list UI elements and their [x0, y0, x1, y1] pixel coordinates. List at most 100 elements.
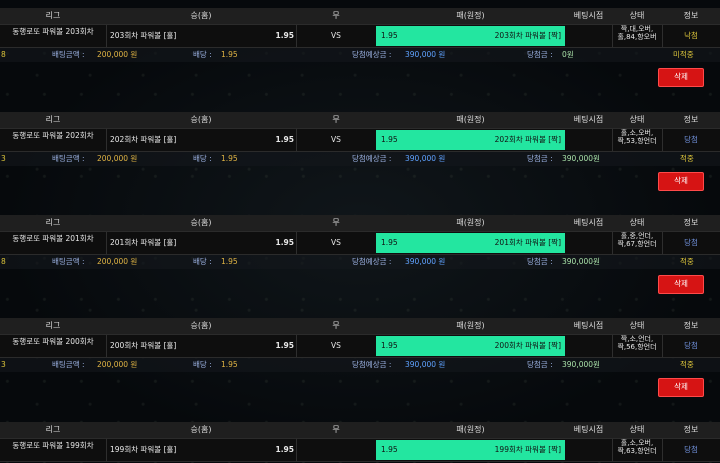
expected-label: 당첨예상금 :	[352, 50, 392, 59]
home-label: 201회차 파워볼 [홀]	[110, 238, 177, 247]
bet-amount: 200,000 원	[97, 50, 138, 59]
draw-pick[interactable]: VS	[296, 129, 376, 151]
odds-value: 1.95	[221, 50, 238, 59]
home-pick[interactable]: 201회차 파워볼 [홀] 1.95	[106, 232, 296, 254]
expected-label: 당첨예상금 :	[352, 154, 392, 163]
win-amount-label: 당첨금 :	[527, 50, 553, 59]
result-info: 당첨	[684, 445, 698, 454]
win-amount: 390,000원	[562, 154, 600, 163]
col-info: 정보	[683, 321, 699, 330]
col-draw: 무	[332, 115, 340, 124]
col-home: 승(홈)	[190, 218, 212, 227]
col-bet-time: 베팅시점	[573, 11, 604, 20]
game-status: 홀,소,오버,짝,53,항언더	[617, 129, 657, 145]
away-label: 203회차 파워볼 [짝]	[494, 31, 561, 40]
draw-pick[interactable]: VS	[296, 25, 376, 47]
home-label: 200회차 파워볼 [홀]	[110, 341, 177, 350]
league-name: 동행로또 파워볼 200회차	[12, 337, 94, 346]
home-pick[interactable]: 203회차 파워볼 [홀] 1.95	[106, 25, 296, 47]
expected-label: 당첨예상금 :	[352, 257, 392, 266]
away-odds: 1.95	[381, 341, 398, 350]
col-info: 정보	[683, 11, 699, 20]
home-label: 202회차 파워볼 [홀]	[110, 135, 177, 144]
table-row: 동행로또 파워볼 200회차 200회차 파워볼 [홀] 1.95 VS 1.9…	[0, 334, 720, 358]
league-name: 동행로또 파워볼 202회차	[12, 131, 94, 140]
table-header: 리그 승(홈) 무 패(원정) 베팅시점 상태 정보	[0, 422, 720, 438]
col-league: 리그	[45, 321, 61, 330]
table-row: 동행로또 파워볼 201회차 201회차 파워볼 [홀] 1.95 VS 1.9…	[0, 231, 720, 255]
draw-pick[interactable]: VS	[296, 232, 376, 254]
home-label: 203회차 파워볼 [홀]	[110, 31, 177, 40]
league-name: 동행로또 파워볼 199회차	[12, 441, 94, 450]
delete-button[interactable]: 삭제	[658, 378, 704, 397]
away-label: 199회차 파워볼 [짝]	[494, 445, 561, 454]
col-status: 상태	[629, 218, 645, 227]
bet-amount: 200,000 원	[97, 360, 138, 369]
draw-pick[interactable]: VS	[296, 335, 376, 357]
bet-amount-label: 배팅금액 :	[52, 154, 85, 163]
table-header: 리그 승(홈) 무 패(원정) 베팅시점 상태 정보	[0, 318, 720, 334]
result-info: 낙첨	[684, 31, 698, 40]
table-row: 동행로또 파워볼 202회차 202회차 파워볼 [홀] 1.95 VS 1.9…	[0, 128, 720, 152]
bet-summary: 3 배팅금액 : 200,000 원 배당 : 1.95 당첨예상금 : 390…	[0, 152, 720, 166]
col-away: 패(원정)	[456, 425, 485, 434]
win-amount: 0원	[562, 50, 574, 59]
away-pick-selected[interactable]: 1.95 202회차 파워볼 [짝]	[376, 130, 565, 150]
col-bet-time: 베팅시점	[573, 321, 604, 330]
home-label: 199회차 파워볼 [홀]	[110, 445, 177, 454]
col-league: 리그	[45, 218, 61, 227]
table-row: 동행로또 파워볼 203회차 203회차 파워볼 [홀] 1.95 VS 1.9…	[0, 24, 720, 48]
col-bet-time: 베팅시점	[573, 115, 604, 124]
away-label: 200회차 파워볼 [짝]	[494, 341, 561, 350]
bet-amount: 200,000 원	[97, 154, 138, 163]
away-pick-selected[interactable]: 1.95 203회차 파워볼 [짝]	[376, 26, 565, 46]
bet-summary: 8 배팅금액 : 200,000 원 배당 : 1.95 당첨예상금 : 390…	[0, 48, 720, 62]
col-status: 상태	[629, 11, 645, 20]
league-name: 동행로또 파워볼 201회차	[12, 234, 94, 243]
bet-index: 3	[1, 360, 6, 369]
col-away: 패(원정)	[456, 11, 485, 20]
col-info: 정보	[683, 425, 699, 434]
away-pick-selected[interactable]: 1.95 201회차 파워볼 [짝]	[376, 233, 565, 253]
col-away: 패(원정)	[456, 218, 485, 227]
away-pick-selected[interactable]: 1.95 199회차 파워볼 [짝]	[376, 440, 565, 460]
away-pick-selected[interactable]: 1.95 200회차 파워볼 [짝]	[376, 336, 565, 356]
col-home: 승(홈)	[190, 115, 212, 124]
col-home: 승(홈)	[190, 11, 212, 20]
hit-status: 적중	[680, 257, 694, 266]
draw-pick[interactable]	[296, 439, 376, 461]
expected-amount: 390,000 원	[405, 360, 446, 369]
col-draw: 무	[332, 321, 340, 330]
col-draw: 무	[332, 425, 340, 434]
bet-amount: 200,000 원	[97, 257, 138, 266]
home-odds: 1.95	[275, 341, 294, 350]
delete-button[interactable]: 삭제	[658, 68, 704, 87]
bet-index: 3	[1, 154, 6, 163]
table-header: 리그 승(홈) 무 패(원정) 베팅시점 상태 정보	[0, 215, 720, 231]
home-odds: 1.95	[275, 238, 294, 247]
away-odds: 1.95	[381, 31, 398, 40]
col-draw: 무	[332, 218, 340, 227]
home-pick[interactable]: 200회차 파워볼 [홀] 1.95	[106, 335, 296, 357]
delete-button[interactable]: 삭제	[658, 275, 704, 294]
game-status: 홀,중,언더,짝,67,항언더	[617, 232, 657, 248]
result-info: 당첨	[684, 238, 698, 247]
hit-status: 미적중	[673, 50, 694, 59]
delete-button[interactable]: 삭제	[658, 172, 704, 191]
col-away: 패(원정)	[456, 115, 485, 124]
away-label: 201회차 파워볼 [짝]	[494, 238, 561, 247]
home-pick[interactable]: 202회차 파워볼 [홀] 1.95	[106, 129, 296, 151]
col-away: 패(원정)	[456, 321, 485, 330]
away-odds: 1.95	[381, 135, 398, 144]
odds-label: 배당 :	[193, 154, 212, 163]
win-amount: 390,000원	[562, 257, 600, 266]
league-name: 동행로또 파워볼 203회차	[12, 27, 94, 36]
bet-index: 8	[1, 50, 6, 59]
home-pick[interactable]: 199회차 파워볼 [홀] 1.95	[106, 439, 296, 461]
away-label: 202회차 파워볼 [짝]	[494, 135, 561, 144]
home-odds: 1.95	[275, 445, 294, 454]
expected-label: 당첨예상금 :	[352, 360, 392, 369]
odds-label: 배당 :	[193, 50, 212, 59]
odds-value: 1.95	[221, 154, 238, 163]
col-status: 상태	[629, 115, 645, 124]
